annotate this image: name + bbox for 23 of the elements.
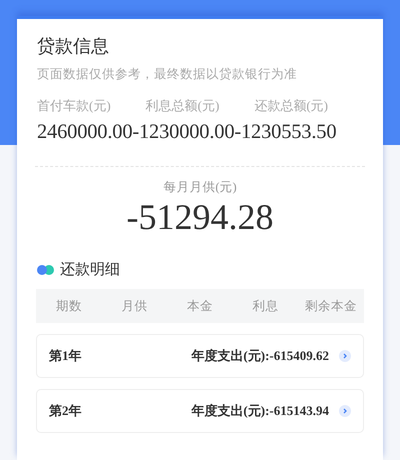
annual-expense: 年度支出(元):-615409.62	[191, 347, 329, 365]
section-title: 还款明细	[60, 261, 120, 279]
year-row[interactable]: 第1年 年度支出(元):-615409.62	[36, 334, 364, 378]
year-label: 第2年	[49, 402, 82, 420]
summary-label: 还款总额(元)	[254, 97, 330, 115]
chevron-right-icon	[339, 405, 351, 417]
card-title: 贷款信息	[37, 35, 110, 58]
year-row[interactable]: 第2年 年度支出(元):-615143.94	[36, 389, 364, 433]
dots-icon	[37, 264, 54, 274]
column-header: 月供	[120, 298, 148, 314]
column-header: 期数	[54, 298, 83, 314]
column-header: 本金	[186, 298, 214, 314]
column-header: 剩余本金	[304, 298, 358, 314]
summary-label: 首付车款(元)	[37, 97, 112, 115]
summary-label: 利息总额(元)	[146, 97, 220, 115]
monthly-label: 每月月供(元)	[163, 179, 237, 196]
column-header: 利息	[252, 298, 280, 314]
annual-expense: 年度支出(元):-615143.94	[191, 402, 329, 420]
year-label: 第1年	[49, 347, 82, 365]
monthly-value: -51294.28	[126, 196, 274, 238]
disclaimer-text: 页面数据仅供参考，最终数据以贷款银行为准	[37, 66, 298, 83]
chevron-right-icon	[339, 350, 351, 362]
summary-value: 2460000.00-1230000.00-1230553.50	[37, 121, 338, 144]
